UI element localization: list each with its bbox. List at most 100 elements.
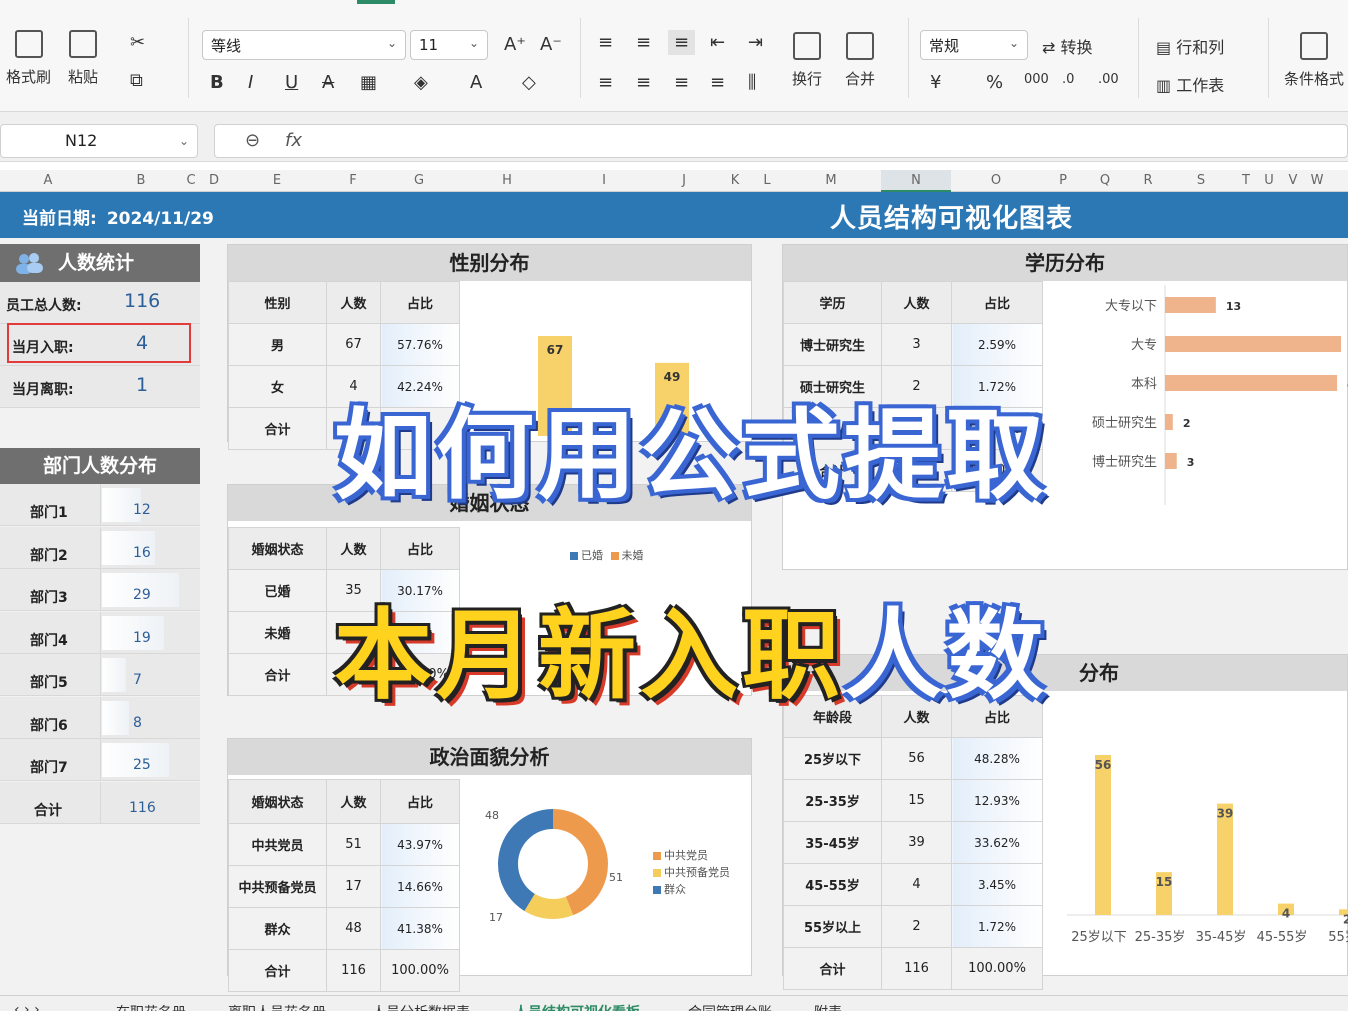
column-header[interactable]: P xyxy=(1059,173,1067,188)
sheet-tab[interactable]: 合同管理台账 xyxy=(688,1002,772,1011)
currency-icon[interactable]: ¥ xyxy=(930,72,941,93)
dept-row[interactable]: 部门7 25 xyxy=(0,739,200,781)
column-header[interactable]: W xyxy=(1311,173,1324,188)
thousands-icon[interactable]: 000 xyxy=(1024,72,1049,87)
column-header[interactable]: I xyxy=(602,173,606,188)
increase-indent-icon[interactable]: ⇥ xyxy=(748,32,763,53)
column-header[interactable]: O xyxy=(991,173,1001,188)
clear-format-icon[interactable]: ◇ xyxy=(522,72,536,93)
underline-icon[interactable]: U xyxy=(285,72,298,93)
conditional-format-button[interactable]: 条件格式 xyxy=(1284,32,1344,89)
column-header[interactable]: T xyxy=(1242,173,1250,188)
overlay-caption-line1: 如何用公式提取 xyxy=(334,399,1049,513)
column-header[interactable]: J xyxy=(682,173,686,188)
column-header[interactable]: E xyxy=(273,173,281,188)
column-header[interactable]: K xyxy=(731,173,740,188)
chevron-down-icon: ⌄ xyxy=(1008,36,1019,50)
cell-divider xyxy=(100,781,101,824)
dept-label: 部门3 xyxy=(30,590,68,606)
sheet-tabs-bar: ‹ › › 在职花名册 离职人员花名册 人员分析数据表 人员结构可视化看板 合同… xyxy=(0,995,1348,1011)
wrap-text-button[interactable]: 换行 xyxy=(792,32,822,89)
dept-row[interactable]: 部门4 19 xyxy=(0,611,200,654)
cut-icon[interactable]: ✂ xyxy=(130,32,145,53)
column-header[interactable]: Q xyxy=(1100,173,1110,188)
bar-data-label: 67 xyxy=(547,343,564,357)
nav-arrows-icon[interactable]: ‹ › › xyxy=(14,1002,40,1011)
column-header[interactable]: M xyxy=(825,173,836,188)
italic-icon[interactable]: I xyxy=(248,72,253,93)
align-bottom-icon[interactable]: ≡ xyxy=(668,30,696,55)
rows-cols-button[interactable]: ▤ 行和列 xyxy=(1156,34,1224,58)
formula-input[interactable]: ⊖ fx xyxy=(214,124,1348,158)
column-header[interactable]: A xyxy=(44,173,53,188)
justify-icon[interactable]: ≡ xyxy=(710,72,725,93)
align-left-icon[interactable]: ≡ xyxy=(598,72,613,93)
column-header[interactable]: H xyxy=(502,173,512,188)
percent-icon[interactable]: % xyxy=(986,72,1003,93)
column-header[interactable]: B xyxy=(137,173,146,188)
dept-row[interactable]: 部门6 8 xyxy=(0,696,200,739)
distribute-icon[interactable]: ⫼ xyxy=(748,72,756,93)
fill-color-icon[interactable]: ◈ xyxy=(414,72,428,93)
worksheet-button[interactable]: ▥ 工作表 xyxy=(1156,72,1224,96)
sheet-tab-active[interactable]: 人员结构可视化看板 xyxy=(514,1002,640,1011)
font-name-select[interactable]: 等线 ⌄ xyxy=(202,30,406,60)
align-middle-icon[interactable]: ≡ xyxy=(636,32,651,53)
column-header[interactable]: D xyxy=(209,173,219,188)
format-painter-button[interactable]: 格式刷 xyxy=(6,30,51,87)
dept-row[interactable]: 部门2 16 xyxy=(0,526,200,569)
dept-row[interactable]: 部门5 7 xyxy=(0,654,200,696)
convert-button[interactable]: ⇄ 转换 xyxy=(1042,34,1093,58)
column-headers: A B C D E F G H I J K L M N O P Q R S T … xyxy=(0,170,1348,192)
sheet-tab[interactable]: 附表 xyxy=(814,1002,842,1011)
dept-row[interactable]: 部门3 29 xyxy=(0,569,200,611)
decrease-decimal-icon[interactable]: .00 xyxy=(1098,72,1119,87)
column-header[interactable]: N xyxy=(911,173,921,188)
increase-decimal-icon[interactable]: .0 xyxy=(1062,72,1074,87)
bold-icon[interactable]: B xyxy=(210,72,224,93)
table-cell: 25岁以下 xyxy=(783,737,882,780)
headcount-row[interactable]: 员工总人数: 116 xyxy=(0,282,200,324)
decrease-font-icon[interactable]: A⁻ xyxy=(540,34,562,55)
column-header[interactable]: G xyxy=(414,173,424,188)
sheet-tab[interactable]: 离职人员花名册 xyxy=(228,1002,326,1011)
dept-count: 19 xyxy=(133,629,151,646)
dept-row[interactable]: 合计 116 xyxy=(0,781,200,824)
align-right-icon[interactable]: ≡ xyxy=(674,72,689,93)
table-cell: 39 xyxy=(881,821,952,864)
column-header[interactable]: S xyxy=(1197,173,1205,188)
education-bar xyxy=(1165,297,1216,313)
decrease-indent-icon[interactable]: ⇤ xyxy=(710,32,725,53)
font-size-select[interactable]: 11 ⌄ xyxy=(410,30,488,60)
age-category-label: 25-35岁 xyxy=(1135,930,1186,945)
fx-icon[interactable]: fx xyxy=(285,130,302,151)
table-cell: 粘贴 xyxy=(68,68,99,86)
dept-label: 部门2 xyxy=(30,547,68,564)
sheet-tab[interactable]: 在职花名册 xyxy=(116,1002,186,1011)
dept-row[interactable]: 部门1 12 xyxy=(0,484,200,526)
align-center-icon[interactable]: ≡ xyxy=(636,72,651,93)
age-category-label: 55岁 xyxy=(1328,930,1348,945)
paste-button[interactable]: 粘贴 xyxy=(68,30,98,87)
align-top-icon[interactable]: ≡ xyxy=(598,32,613,53)
column-header[interactable]: R xyxy=(1143,173,1152,188)
strikethrough-icon[interactable]: A xyxy=(322,72,334,93)
headcount-row[interactable]: 当月离职: 1 xyxy=(0,366,200,408)
column-header[interactable]: U xyxy=(1264,173,1274,188)
column-header[interactable]: L xyxy=(763,173,770,188)
column-header[interactable]: C xyxy=(186,173,195,188)
column-header[interactable]: F xyxy=(349,173,356,188)
zoom-search-icon[interactable]: ⊖ xyxy=(245,130,260,151)
number-format-select[interactable]: 常规 ⌄ xyxy=(920,30,1028,60)
increase-font-icon[interactable]: A⁺ xyxy=(504,34,526,55)
chevron-down-icon: ⌄ xyxy=(178,134,189,148)
sheet-tab[interactable]: 人员分析数据表 xyxy=(372,1002,470,1011)
name-box[interactable]: N12 ⌄ xyxy=(0,124,198,158)
merge-button[interactable]: 合并 xyxy=(845,32,875,89)
border-icon[interactable]: ▦ xyxy=(360,72,377,93)
table-cell: 学历 xyxy=(783,281,882,324)
copy-icon[interactable]: ⧉ xyxy=(130,70,143,91)
column-header[interactable]: V xyxy=(1289,173,1298,188)
table-cell: 67 xyxy=(326,323,381,366)
font-color-icon[interactable]: A xyxy=(470,72,482,93)
